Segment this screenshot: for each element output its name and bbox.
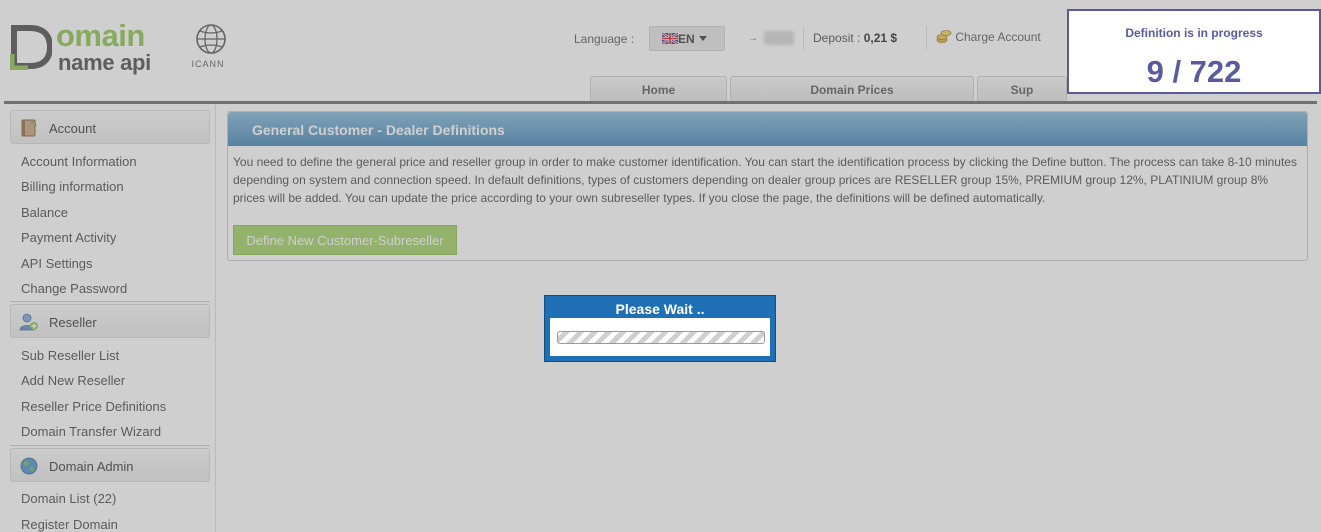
wait-dialog-title: Please Wait .. <box>615 301 705 317</box>
wait-dialog-body <box>550 318 770 356</box>
loading-progress-bar <box>557 331 765 344</box>
progress-count: 9 / 722 <box>1146 54 1242 89</box>
definition-progress-box: Definition is in progress 9 / 722 <box>1067 9 1321 94</box>
please-wait-dialog: Please Wait .. <box>544 295 776 362</box>
progress-title: Definition is in progress <box>1125 26 1263 40</box>
